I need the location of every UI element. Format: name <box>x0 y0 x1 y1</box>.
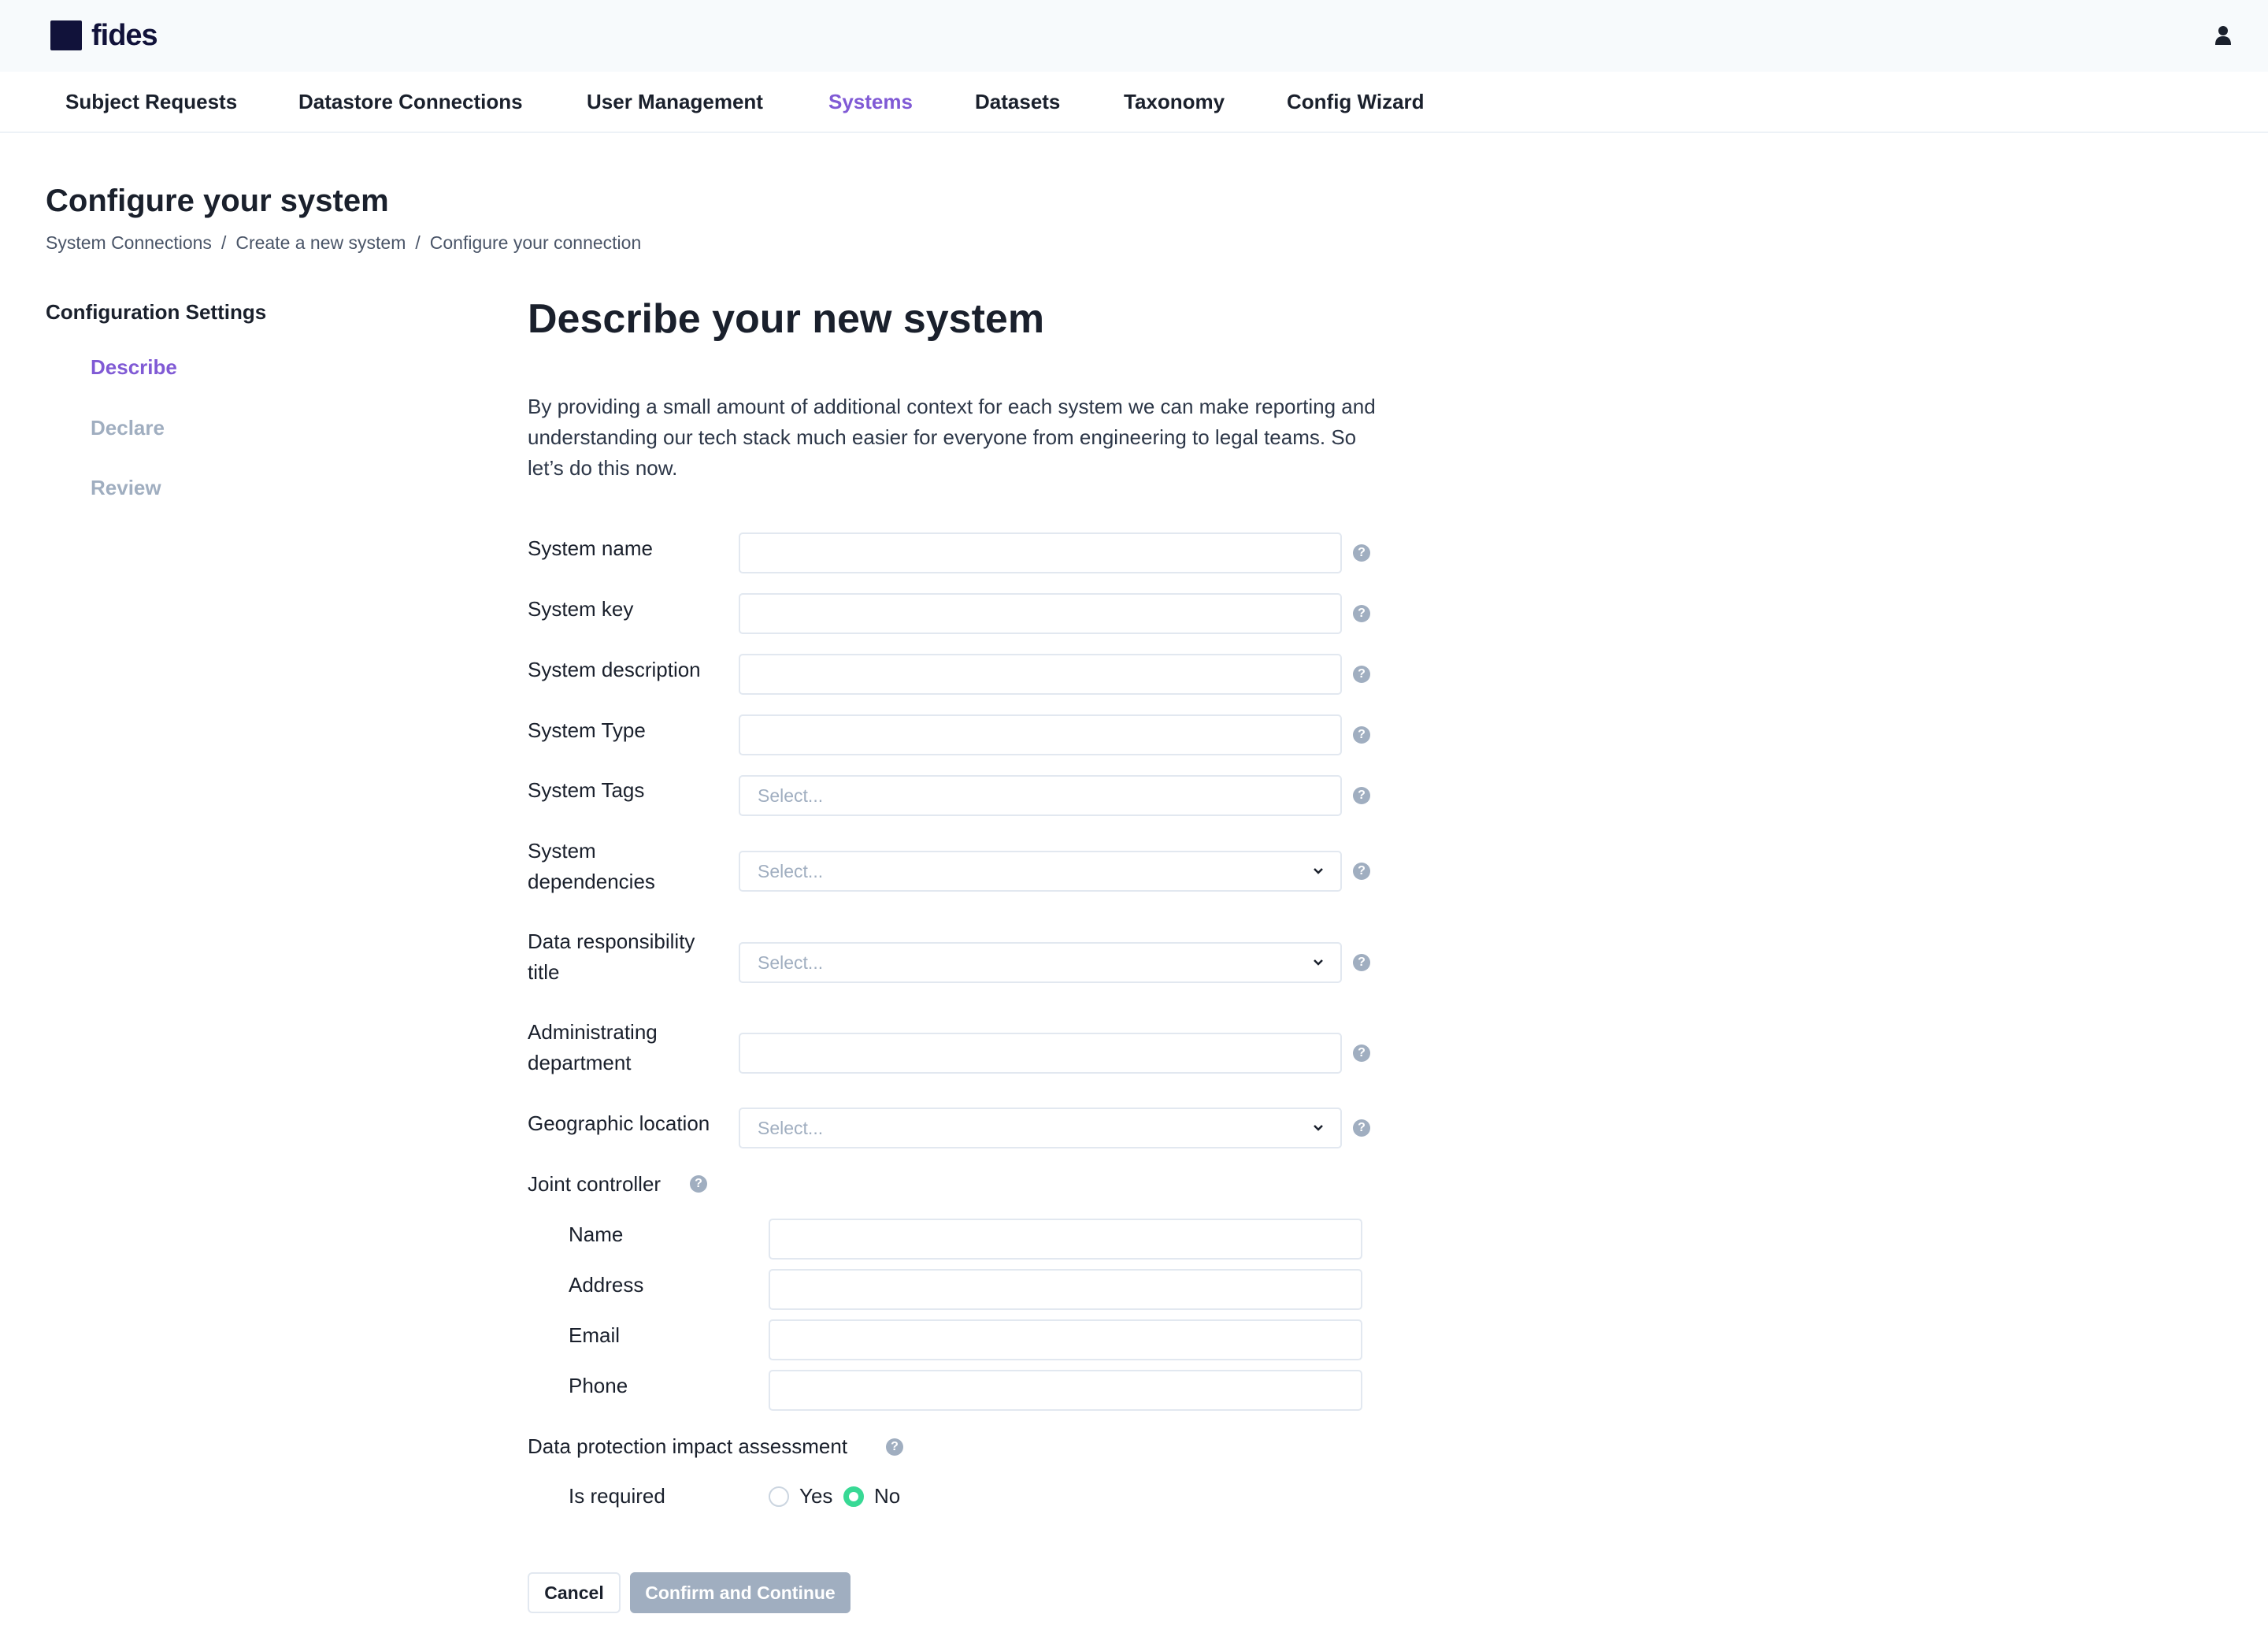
help-icon[interactable]: ? <box>1353 954 1370 971</box>
joint-controller-name-label: Name <box>569 1223 624 1246</box>
step-describe[interactable]: Describe <box>91 353 177 381</box>
brand-name: fides <box>91 19 158 52</box>
joint-controller-address-label: Address <box>569 1273 644 1297</box>
system-key-label: System key <box>528 597 634 621</box>
chevron-down-icon <box>1314 1125 1323 1131</box>
dpia-yes-radio[interactable] <box>769 1486 789 1507</box>
step-review[interactable]: Review <box>91 473 161 502</box>
chevron-down-icon <box>1314 959 1323 966</box>
joint-controller-email-input[interactable] <box>769 1319 1362 1360</box>
system-tags-placeholder: Select... <box>758 785 824 806</box>
data-responsibility-title-placeholder: Select... <box>758 952 824 973</box>
joint-controller-address-input[interactable] <box>769 1269 1362 1310</box>
form-intro: By providing a small amount of additiona… <box>528 395 1376 480</box>
system-type-input[interactable] <box>739 714 1342 755</box>
breadcrumb-create-new-system[interactable]: Create a new system <box>235 232 406 253</box>
data-responsibility-title-label: Data responsibility title <box>528 929 695 984</box>
help-icon[interactable]: ? <box>1353 863 1370 880</box>
system-tags-select[interactable]: Select... <box>739 775 1342 816</box>
breadcrumb-separator: / <box>415 232 421 253</box>
help-icon[interactable]: ? <box>1353 1119 1370 1137</box>
top-bar: fides <box>0 0 2268 72</box>
breadcrumb-configure-connection: Configure your connection <box>429 232 642 253</box>
nav-config-wizard[interactable]: Config Wizard <box>1287 87 1425 116</box>
joint-controller-label: Joint controller <box>528 1172 662 1196</box>
system-description-input[interactable] <box>739 654 1342 695</box>
sidebar-title: Configuration Settings <box>46 300 267 324</box>
joint-controller-phone-input[interactable] <box>769 1370 1362 1411</box>
dpia-no-radio[interactable] <box>843 1486 864 1507</box>
system-dependencies-placeholder: Select... <box>758 861 824 881</box>
joint-controller-phone-label: Phone <box>569 1374 628 1397</box>
system-tags-label: System Tags <box>528 778 645 802</box>
help-icon[interactable]: ? <box>1353 544 1370 562</box>
data-responsibility-title-select[interactable]: Select... <box>739 942 1342 983</box>
form-heading: Describe your new system <box>528 296 1045 342</box>
nav-subject-requests[interactable]: Subject Requests <box>65 87 237 116</box>
help-icon[interactable]: ? <box>1353 726 1370 744</box>
geographic-location-select[interactable]: Select... <box>739 1108 1342 1148</box>
system-key-input[interactable] <box>739 593 1342 634</box>
administrating-department-input[interactable] <box>739 1033 1342 1074</box>
system-dependencies-select[interactable]: Select... <box>739 851 1342 892</box>
confirm-and-continue-button[interactable]: Confirm and Continue <box>630 1572 850 1613</box>
breadcrumb: System Connections / Create a new system / C… <box>46 231 641 254</box>
step-declare[interactable]: Declare <box>91 414 165 442</box>
nav-user-management[interactable]: User Management <box>587 87 763 116</box>
help-icon[interactable]: ? <box>1353 666 1370 683</box>
main-nav: Subject Requests Datastore Connections U… <box>0 72 2268 133</box>
nav-taxonomy[interactable]: Taxonomy <box>1124 87 1225 116</box>
help-icon[interactable]: ? <box>1353 787 1370 804</box>
breadcrumb-separator: / <box>220 232 227 253</box>
page-title: Configure your system <box>46 184 389 218</box>
nav-systems[interactable]: Systems <box>828 87 913 116</box>
user-icon[interactable] <box>2214 25 2232 46</box>
fides-logo-icon <box>50 20 82 50</box>
system-name-input[interactable] <box>739 532 1342 573</box>
joint-controller-email-label: Email <box>569 1323 621 1347</box>
joint-controller-name-input[interactable] <box>769 1219 1362 1260</box>
system-name-label: System name <box>528 536 653 560</box>
administrating-department-label: Administrating department <box>528 1020 658 1074</box>
chevron-down-icon <box>1314 868 1323 874</box>
system-dependencies-label: System dependencies <box>528 839 655 893</box>
system-type-label: System Type <box>528 718 646 742</box>
dpia-yes-label[interactable]: Yes <box>799 1481 832 1512</box>
help-icon[interactable]: ? <box>690 1175 707 1193</box>
geographic-location-placeholder: Select... <box>758 1118 824 1138</box>
dpia-is-required-label: Is required <box>569 1484 665 1508</box>
help-icon[interactable]: ? <box>886 1438 903 1456</box>
nav-datasets[interactable]: Datasets <box>975 87 1060 116</box>
nav-datastore-connections[interactable]: Datastore Connections <box>298 87 523 116</box>
geographic-location-label: Geographic location <box>528 1111 710 1135</box>
dpia-no-label[interactable]: No <box>874 1481 900 1512</box>
dpia-label: Data protection impact assessment <box>528 1434 848 1458</box>
cancel-button[interactable]: Cancel <box>528 1572 621 1613</box>
help-icon[interactable]: ? <box>1353 605 1370 622</box>
help-icon[interactable]: ? <box>1353 1044 1370 1062</box>
breadcrumb-system-connections[interactable]: System Connections <box>46 232 212 253</box>
system-description-label: System description <box>528 658 701 681</box>
